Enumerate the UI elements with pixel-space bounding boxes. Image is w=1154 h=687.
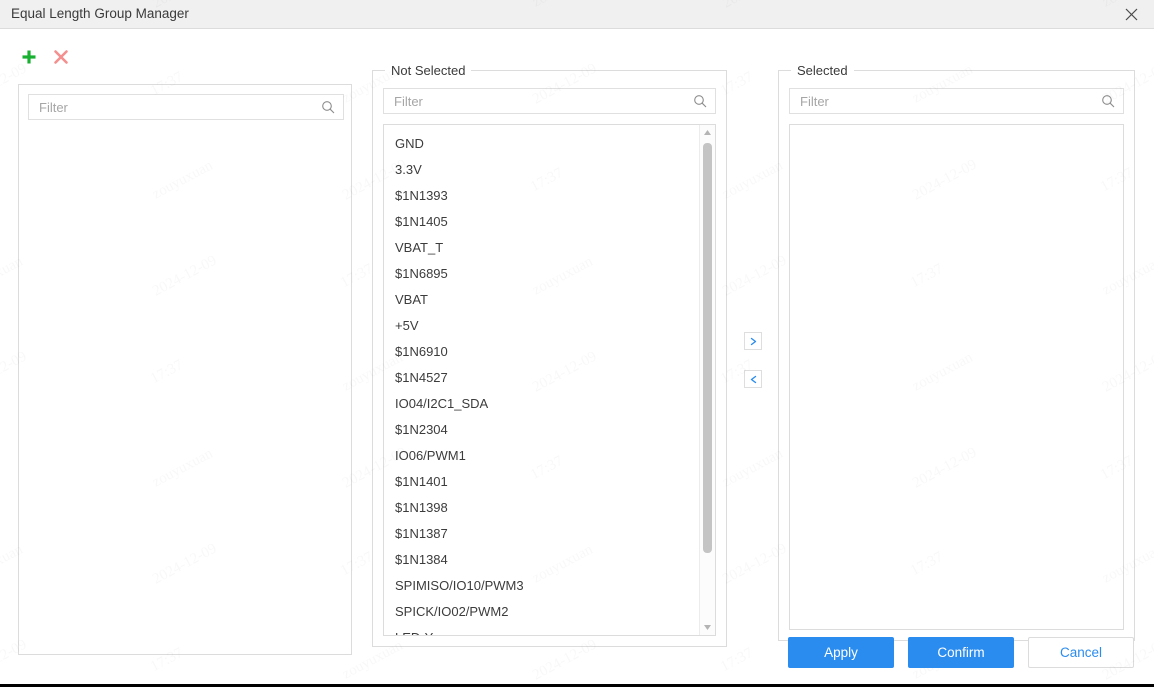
- not-selected-filter-field[interactable]: [383, 88, 716, 114]
- selected-filter-input[interactable]: [790, 89, 1123, 113]
- list-item[interactable]: IO06/PWM1: [384, 443, 699, 469]
- chevron-right-glyph: [749, 337, 758, 346]
- list-item[interactable]: $1N1398: [384, 495, 699, 521]
- close-glyph: [1125, 8, 1138, 21]
- list-item[interactable]: SPIMISO/IO10/PWM3: [384, 573, 699, 599]
- dialog-body: Not Selected GND3.3V$1N1393$1N1405VBAT_T…: [0, 29, 1154, 674]
- search-glyph: [693, 94, 707, 108]
- groups-filter-input[interactable]: [29, 95, 343, 119]
- plus-icon[interactable]: [18, 46, 40, 68]
- list-item[interactable]: LED-Y: [384, 625, 699, 635]
- list-item[interactable]: $1N1405: [384, 209, 699, 235]
- selected-items[interactable]: [790, 125, 1107, 629]
- chevron-right-icon[interactable]: [744, 332, 762, 350]
- triangle-down-icon[interactable]: [700, 620, 715, 635]
- not-selected-scrollbar[interactable]: [699, 125, 715, 635]
- search-glyph: [1101, 94, 1115, 108]
- list-item[interactable]: +5V: [384, 313, 699, 339]
- list-item[interactable]: VBAT_T: [384, 235, 699, 261]
- triangle-up-icon[interactable]: [700, 125, 715, 140]
- selected-listbox[interactable]: [789, 124, 1124, 630]
- list-item[interactable]: GND: [384, 131, 699, 157]
- search-icon[interactable]: [1101, 94, 1115, 108]
- groups-toolbar: [18, 43, 72, 71]
- window-titlebar: Equal Length Group Manager: [0, 0, 1154, 29]
- cancel-button[interactable]: Cancel: [1028, 637, 1134, 668]
- list-item[interactable]: VBAT: [384, 287, 699, 313]
- not-selected-filter-wrap: [383, 88, 716, 114]
- groups-list[interactable]: [28, 129, 342, 645]
- bottom-strip: [0, 674, 1154, 687]
- not-selected-items[interactable]: GND3.3V$1N1393$1N1405VBAT_T$1N6895VBAT+5…: [384, 125, 699, 635]
- selected-panel: Selected: [778, 70, 1135, 641]
- chevron-left-glyph: [749, 375, 758, 384]
- scrollbar-thumb[interactable]: [703, 143, 712, 553]
- list-item[interactable]: SPICK/IO02/PWM2: [384, 599, 699, 625]
- search-icon[interactable]: [693, 94, 707, 108]
- list-item[interactable]: $1N6910: [384, 339, 699, 365]
- dialog-footer: Apply Confirm Cancel: [788, 637, 1134, 668]
- groups-box: [18, 84, 352, 655]
- search-glyph: [321, 100, 335, 114]
- not-selected-filter-input[interactable]: [384, 89, 715, 113]
- list-item[interactable]: $1N1393: [384, 183, 699, 209]
- window-title: Equal Length Group Manager: [11, 0, 189, 28]
- triangle-down-glyph: [704, 625, 711, 630]
- selected-filter-field[interactable]: [789, 88, 1124, 114]
- list-item[interactable]: $1N1387: [384, 521, 699, 547]
- confirm-button[interactable]: Confirm: [908, 637, 1014, 668]
- selected-legend: Selected: [791, 63, 854, 79]
- not-selected-legend: Not Selected: [385, 63, 471, 79]
- close-icon[interactable]: [1108, 0, 1154, 28]
- triangle-up-glyph: [704, 130, 711, 135]
- list-item[interactable]: $1N2304: [384, 417, 699, 443]
- list-item[interactable]: 3.3V: [384, 157, 699, 183]
- list-item[interactable]: $1N1401: [384, 469, 699, 495]
- groups-filter-field[interactable]: [28, 94, 344, 120]
- groups-filter-wrap: [28, 94, 344, 120]
- plus-glyph: [21, 49, 37, 65]
- list-item[interactable]: $1N4527: [384, 365, 699, 391]
- apply-button[interactable]: Apply: [788, 637, 894, 668]
- list-item[interactable]: $1N6895: [384, 261, 699, 287]
- cross-glyph: [53, 49, 69, 65]
- list-item[interactable]: IO04/I2C1_SDA: [384, 391, 699, 417]
- chevron-left-icon[interactable]: [744, 370, 762, 388]
- cross-icon[interactable]: [50, 46, 72, 68]
- selected-filter-wrap: [789, 88, 1124, 114]
- not-selected-panel: Not Selected GND3.3V$1N1393$1N1405VBAT_T…: [372, 70, 727, 647]
- search-icon[interactable]: [321, 100, 335, 114]
- list-item[interactable]: $1N1384: [384, 547, 699, 573]
- not-selected-listbox[interactable]: GND3.3V$1N1393$1N1405VBAT_T$1N6895VBAT+5…: [383, 124, 716, 636]
